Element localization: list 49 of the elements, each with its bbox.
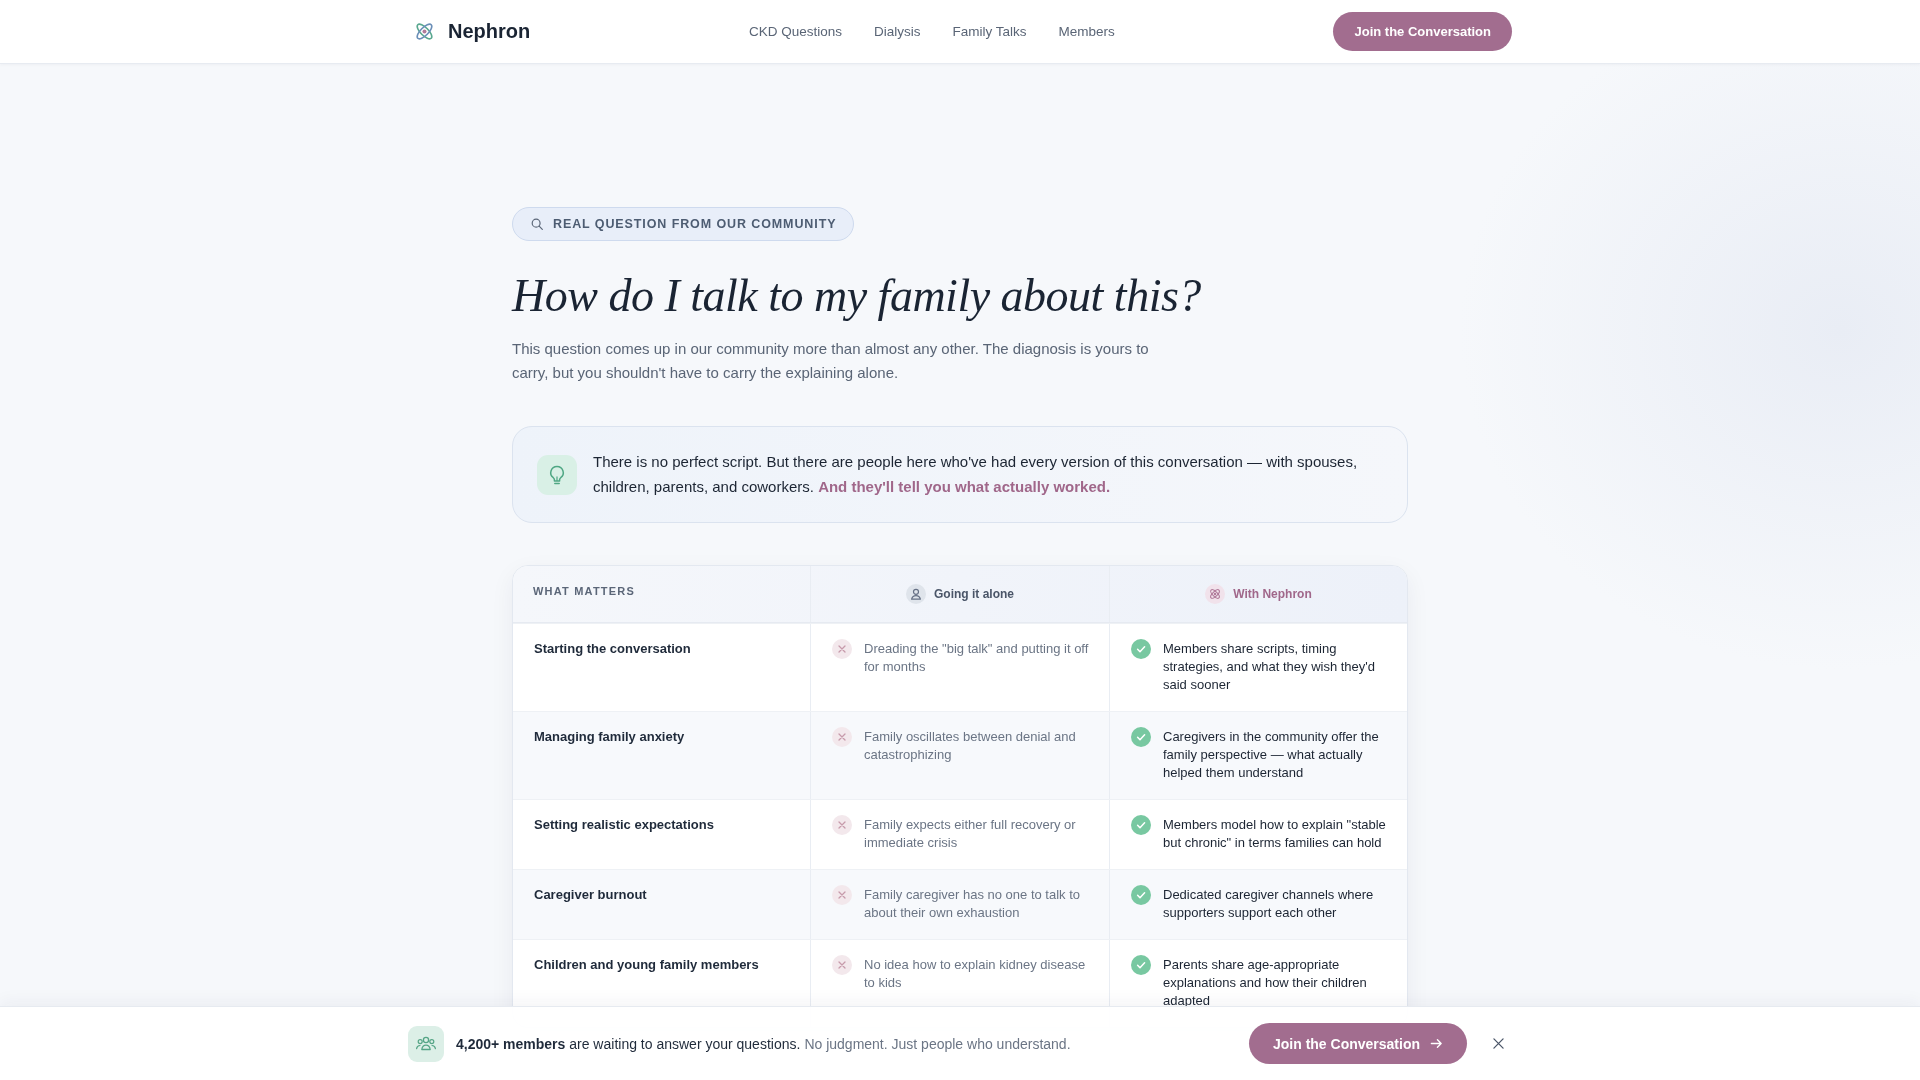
column-header: WHAT MATTERS bbox=[533, 584, 635, 598]
nephron-outcome-text: Members share scripts, timing strategies, and what they wish they'd said sooner bbox=[1163, 640, 1377, 694]
arrow-right-icon bbox=[1430, 1037, 1443, 1050]
topic-label: Caregiver burnout bbox=[534, 886, 647, 904]
callout-text: There is no perfect script. But there are people here who've had every version of this conversation — with spouses, children, parents, and coworkers. And they'll tell you what actually worked. bbox=[593, 452, 1359, 497]
nephron-outcome-text: Caregivers in the community offer the family perspective — what actually helped them understand bbox=[1163, 728, 1380, 782]
check-icon bbox=[1131, 955, 1151, 975]
nav-link[interactable]: CKD Questions bbox=[748, 24, 842, 39]
cross-icon bbox=[832, 885, 852, 905]
alone-outcome-text: No idea how to explain kidney disease to kids bbox=[864, 956, 1087, 992]
alone-outcome-text: Family expects either full recovery or immediate crisis bbox=[864, 816, 1077, 852]
nephron-outcome-text: Dedicated caregiver channels where supporters support each other bbox=[1163, 886, 1375, 922]
crossed-rings-icon bbox=[1205, 583, 1226, 604]
banner-message: 4,200+ members are waiting to answer your questions. bbox=[456, 1035, 801, 1052]
topic-label: Children and young family members bbox=[534, 956, 759, 974]
category-label: REAL QUESTION FROM OUR COMMUNITY bbox=[553, 217, 837, 231]
crossed-rings-icon bbox=[416, 23, 433, 40]
column-header: Going it alone bbox=[934, 586, 1014, 603]
check-icon bbox=[1131, 885, 1151, 905]
cross-icon bbox=[832, 727, 852, 747]
topic-label: Managing family anxiety bbox=[534, 728, 685, 746]
search-icon bbox=[531, 218, 543, 230]
column-header: With Nephron bbox=[1233, 586, 1312, 603]
people-icon bbox=[408, 1025, 444, 1062]
check-icon bbox=[1131, 639, 1151, 659]
alone-outcome-text: Family caregiver has no one to talk to about their own exhaustion bbox=[864, 886, 1082, 922]
cross-icon bbox=[832, 955, 852, 975]
alone-outcome-text: Dreading the "big talk" and putting it off for months bbox=[864, 640, 1090, 676]
brand-name[interactable]: Nephron bbox=[448, 20, 531, 43]
nav-link[interactable]: Dialysis bbox=[873, 24, 921, 39]
nav-link[interactable]: Members bbox=[1058, 24, 1115, 39]
cross-icon bbox=[832, 815, 852, 835]
close-icon bbox=[1493, 1038, 1504, 1049]
nephron-outcome-text: Parents share age-appropriate explanations and how their children adapted bbox=[1163, 956, 1368, 1010]
join-button[interactable]: Join the Conversation bbox=[1248, 1023, 1467, 1064]
nephron-outcome-text: Members model how to explain "stable but chronic" in terms families can hold bbox=[1163, 816, 1387, 852]
topic-label: Setting realistic expectations bbox=[534, 816, 714, 834]
check-icon bbox=[1131, 815, 1151, 835]
intro-text: This question comes up in our community more than almost any other. The diagnosis is yours to carry, but you shouldn't have to carry the explaining alone. bbox=[512, 339, 1150, 383]
alone-outcome-text: Family oscillates between denial and catastrophizing bbox=[864, 728, 1077, 764]
cross-icon bbox=[832, 639, 852, 659]
nav-link[interactable]: Family Talks bbox=[952, 24, 1027, 39]
page-title: How do I talk to my family about this? bbox=[512, 269, 1202, 322]
check-icon bbox=[1131, 727, 1151, 747]
person-icon bbox=[906, 583, 926, 604]
join-button[interactable]: Join the Conversation bbox=[1333, 12, 1512, 51]
topic-label: Starting the conversation bbox=[534, 640, 691, 658]
lightbulb-icon bbox=[537, 454, 577, 495]
banner-note: No judgment. Just people who understand. bbox=[804, 1035, 1071, 1052]
